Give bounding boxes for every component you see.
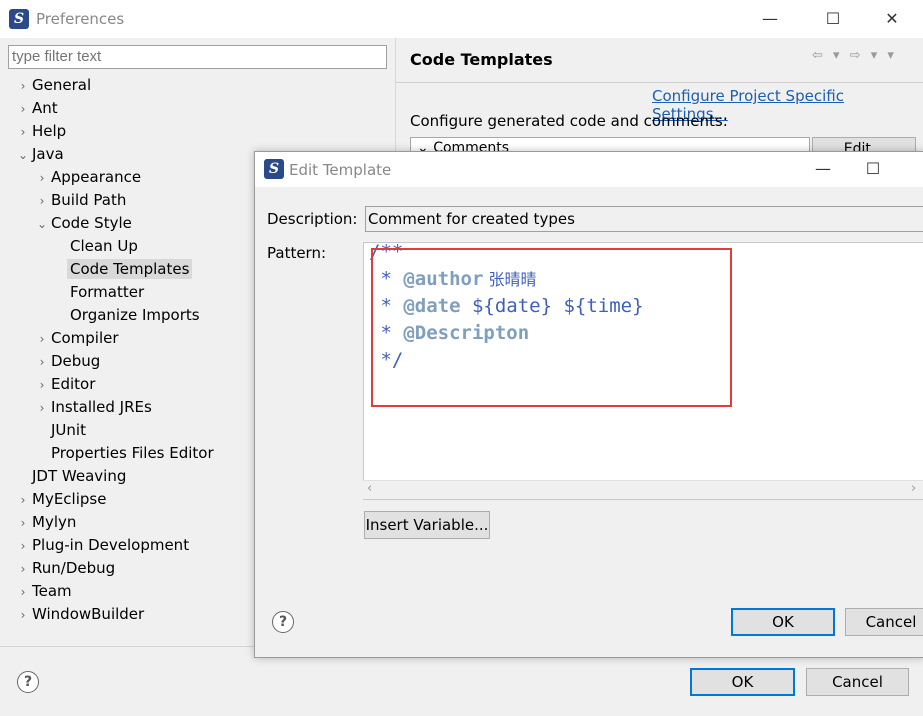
help-icon[interactable]: ?	[17, 671, 39, 693]
myeclipse-logo-icon: S	[9, 9, 29, 29]
tree-item[interactable]: › Run/Debug	[14, 557, 116, 581]
tree-item-label: Run/Debug	[32, 559, 116, 577]
tree-item[interactable]: › WindowBuilder	[14, 603, 145, 627]
tree-item[interactable]: › Editor	[33, 373, 96, 397]
tree-item[interactable]: Formatter	[52, 281, 144, 304]
chevron-down-icon[interactable]: ⌄	[14, 144, 32, 167]
myeclipse-logo-icon: S	[264, 159, 284, 179]
chevron-right-icon[interactable]: ›	[14, 489, 32, 512]
tree-item[interactable]: › Help	[14, 120, 67, 144]
highlight-annotation	[371, 248, 732, 407]
dialog-maximize-icon[interactable]: ☐	[853, 150, 893, 188]
tree-item[interactable]: Organize Imports	[52, 304, 200, 327]
tree-item-label: Code Style	[51, 214, 132, 232]
chevron-right-icon[interactable]: ›	[33, 190, 51, 213]
maximize-icon[interactable]: ☐	[813, 0, 853, 38]
chevron-right-icon[interactable]: ›	[33, 328, 51, 351]
tree-item[interactable]: › Ant	[14, 97, 58, 120]
tree-item-label: JDT Weaving	[32, 467, 127, 485]
tree-item[interactable]: ⌄ Java	[14, 143, 64, 166]
tree-item-label: MyEclipse	[32, 490, 107, 508]
tree-item[interactable]: JDT Weaving	[14, 465, 126, 488]
history-nav-icons[interactable]: ⇦ ▾ ⇨ ▾ ▾	[812, 48, 897, 63]
configure-label: Configure generated code and comments:	[410, 112, 728, 130]
dialog-cancel-button[interactable]: Cancel	[845, 608, 923, 636]
chevron-right-icon[interactable]: ›	[14, 558, 32, 581]
header-separator	[396, 82, 923, 83]
chevron-right-icon[interactable]: ›	[33, 167, 51, 190]
tree-item-label: Mylyn	[32, 513, 77, 531]
tree-item-label: Installed JREs	[51, 398, 152, 416]
cancel-button[interactable]: Cancel	[806, 668, 909, 696]
chevron-right-icon[interactable]: ›	[14, 121, 32, 144]
dialog-help-icon[interactable]: ?	[272, 611, 294, 633]
chevron-right-icon[interactable]: ›	[14, 581, 32, 604]
tree-item-label: Code Templates	[67, 259, 193, 279]
tree-item-label: General	[32, 76, 92, 94]
dialog-title: Edit Template	[289, 161, 392, 179]
tree-item[interactable]: › General	[14, 74, 92, 98]
tree-item-label: Editor	[51, 375, 96, 393]
chevron-right-icon[interactable]: ›	[33, 351, 51, 374]
tree-item-label: Team	[32, 582, 72, 600]
tree-item[interactable]: › MyEclipse	[14, 488, 107, 512]
minimize-icon[interactable]: —	[750, 0, 790, 38]
tree-item-label: Clean Up	[70, 237, 138, 255]
edit-template-dialog: S Edit Template — ☐ Description: Comment…	[254, 151, 923, 658]
window-title: Preferences	[36, 10, 125, 28]
tree-item-label: Organize Imports	[70, 306, 200, 324]
scroll-right-icon[interactable]: ›	[911, 481, 916, 496]
insert-variable-button[interactable]: Insert Variable...	[364, 511, 490, 539]
tree-item-label: Ant	[32, 99, 58, 117]
dialog-minimize-icon[interactable]: —	[803, 150, 843, 188]
tree-item[interactable]: JUnit	[33, 419, 86, 442]
page-title: Code Templates	[410, 50, 553, 69]
tree-item[interactable]: › Appearance	[33, 166, 141, 189]
tree-item[interactable]: Properties Files Editor	[33, 442, 214, 465]
filter-input[interactable]	[8, 45, 387, 69]
tree-item-label: Help	[32, 122, 67, 140]
tree-item[interactable]: › Debug	[33, 350, 101, 374]
dialog-ok-button[interactable]: OK	[731, 608, 835, 636]
tree-item-label: JUnit	[51, 421, 86, 439]
horizontal-scrollbar[interactable]: ‹ ›	[363, 480, 923, 499]
tree-item-label: Compiler	[51, 329, 119, 347]
chevron-right-icon[interactable]: ›	[14, 535, 32, 558]
chevron-right-icon[interactable]: ›	[33, 374, 51, 397]
tree-item[interactable]: Code Templates	[52, 258, 193, 281]
tree-item-label: WindowBuilder	[32, 605, 145, 623]
tree-item[interactable]: › Plug-in Development	[14, 534, 189, 557]
chevron-down-icon[interactable]: ⌄	[33, 213, 51, 236]
chevron-right-icon[interactable]: ›	[14, 75, 32, 98]
tree-item[interactable]: › Mylyn	[14, 511, 77, 535]
tree-item[interactable]: › Team	[14, 580, 72, 603]
pattern-label: Pattern:	[267, 244, 327, 262]
tree-item-label: Debug	[51, 352, 101, 370]
tree-item-label: Appearance	[51, 168, 142, 186]
tree-item-label: Java	[32, 145, 64, 163]
chevron-right-icon[interactable]: ›	[33, 397, 51, 420]
chevron-right-icon[interactable]: ›	[14, 512, 32, 535]
tree-item[interactable]: Clean Up	[52, 235, 138, 258]
scroll-left-icon[interactable]: ‹	[367, 481, 372, 496]
ok-button[interactable]: OK	[690, 668, 795, 696]
description-label: Description:	[267, 210, 358, 228]
chevron-right-icon[interactable]: ›	[14, 98, 32, 121]
tree-item[interactable]: ⌄ Code Style	[33, 212, 132, 235]
tree-item[interactable]: › Compiler	[33, 327, 119, 350]
tree-item-label: Plug-in Development	[32, 536, 190, 554]
tree-item[interactable]: › Build Path	[33, 189, 127, 213]
tree-item-label: Build Path	[51, 191, 127, 209]
tree-item-label: Formatter	[70, 283, 145, 301]
tree-item-label: Properties Files Editor	[51, 444, 214, 462]
close-icon[interactable]: ✕	[872, 0, 912, 38]
description-field[interactable]: Comment for created types	[365, 206, 923, 232]
tree-item[interactable]: › Installed JREs	[33, 396, 152, 419]
chevron-right-icon[interactable]: ›	[14, 604, 32, 627]
